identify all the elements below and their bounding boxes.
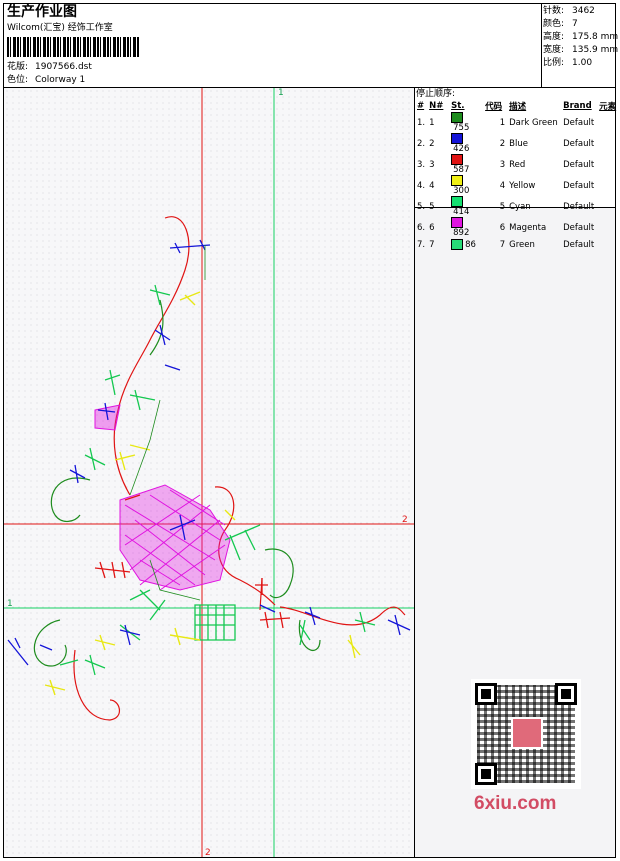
row-index: 5. [417,201,426,212]
stitch-count: 414 [453,207,470,217]
row-stitches: 892 [449,217,483,238]
row-needle: 7 [429,239,435,250]
row-needle: 6 [429,222,435,233]
row-stitches: 755 [449,112,483,133]
row-index: 7. [417,239,426,250]
row-stitches: 426 [449,133,483,154]
color-swatch [451,133,464,144]
row-description: Green [509,239,535,250]
color-row[interactable]: 6. 6 892 6 Magenta Default [415,217,618,238]
col-stitches: St. [451,101,465,111]
qr-finder-top-right [555,683,577,705]
color-row[interactable]: 2. 2 426 2 Blue Default [415,133,618,154]
row-element [597,217,618,238]
row-element [597,175,618,196]
color-table-header: # N# St. 代码 描述 Brand 元素 [415,100,618,112]
qr-finder-bottom-left [475,763,497,785]
row-description: Blue [509,138,528,149]
col-needle: N# [429,101,444,111]
color-swatch [451,217,464,228]
stitch-count: 426 [453,144,470,154]
axis-label-left: 1 [7,599,13,609]
row-index: 2. [417,138,426,149]
row-brand: Default [563,159,595,170]
row-element [597,238,618,251]
row-code: 2 [499,138,506,149]
color-row[interactable]: 7. 7 86 7 Green Default [415,238,618,251]
green-stitch-blocks [59,284,376,676]
stitch-count: 587 [453,165,470,175]
color-row[interactable]: 3. 3 587 3 Red Default [415,154,618,175]
row-needle: 1 [429,117,435,128]
color-swatch [451,196,464,207]
row-description: Dark Green [509,117,558,128]
row-description: Yellow [509,180,536,191]
red-curls [73,216,406,721]
color-row[interactable]: 1. 1 755 1 Dark Green Default [415,112,618,133]
col-description: 描述 [509,102,527,112]
axis-label-top: 1 [278,88,284,98]
row-stitches: 300 [449,175,483,196]
qr-code [471,679,581,789]
row-code: 1 [499,117,506,128]
row-stitches: 414 [449,196,483,217]
color-sequence-table: # N# St. 代码 描述 Brand 元素 1. 1 755 1 Dark Gree… [415,100,618,251]
stitch-count: 86 [465,240,476,250]
col-element: 元素 [599,102,617,112]
row-brand: Default [563,117,595,128]
row-code: 7 [499,239,506,250]
row-stitches: 587 [449,154,483,175]
col-index: # [417,101,425,111]
row-needle: 2 [429,138,435,149]
row-brand: Default [563,180,595,191]
row-code: 5 [499,201,506,212]
stitch-count: 755 [453,123,470,133]
row-index: 6. [417,222,426,233]
axis-label-right: 2 [402,515,408,525]
col-code: 代码 [485,102,503,112]
row-index: 4. [417,180,426,191]
row-needle: 4 [429,180,435,191]
color-swatch [451,175,464,186]
row-element [597,154,618,175]
color-swatch [451,239,464,250]
row-element [597,196,618,217]
color-swatch [451,154,464,165]
stitch-count: 300 [453,186,470,196]
row-description: Red [509,159,526,170]
qr-logo [511,717,543,749]
color-swatch [451,112,464,123]
color-row[interactable]: 5. 5 414 5 Cyan Default [415,196,618,217]
col-brand: Brand [563,101,592,111]
row-index: 1. [417,117,426,128]
green-curls [33,299,321,667]
row-element [597,133,618,154]
blue-stitch-marks [7,239,411,666]
row-description: Magenta [509,222,547,233]
row-needle: 3 [429,159,435,170]
row-brand: Default [563,138,595,149]
row-element [597,112,618,133]
row-brand: Default [563,222,595,233]
stitch-count: 892 [453,228,470,238]
row-brand: Default [563,201,595,212]
row-index: 3. [417,159,426,170]
row-description: Cyan [509,201,531,212]
qr-finder-top-left [475,683,497,705]
row-needle: 5 [429,201,435,212]
row-code: 6 [499,222,506,233]
row-code: 4 [499,180,506,191]
magenta-fill [94,404,231,591]
row-code: 3 [499,159,506,170]
row-brand: Default [563,239,595,250]
watermark-text: 6xiu.com [474,793,557,814]
color-row[interactable]: 4. 4 300 4 Yellow Default [415,175,618,196]
axis-label-bottom: 2 [205,848,211,858]
stop-sequence-heading: 停止顺序: [416,89,456,99]
row-stitches: 86 [449,238,483,251]
